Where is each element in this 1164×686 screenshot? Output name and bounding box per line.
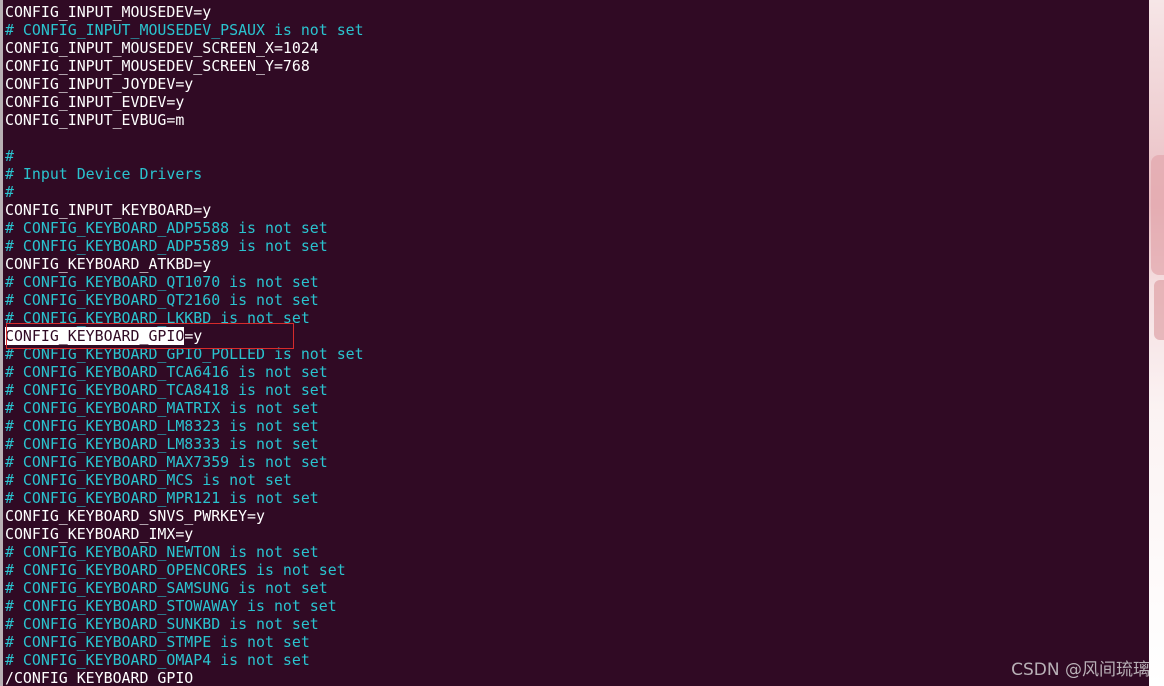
config-comment-line: # CONFIG_KEYBOARD_SAMSUNG is not set	[5, 579, 328, 597]
config-line: CONFIG_INPUT_MOUSEDEV_SCREEN_Y=768	[5, 57, 310, 75]
config-comment-line: # CONFIG_KEYBOARD_SUNKBD is not set	[5, 615, 319, 633]
search-match-line: CONFIG_KEYBOARD_GPIO=y	[5, 327, 1149, 345]
wallpaper-fragment	[1151, 155, 1164, 275]
watermark: CSDN @风间琉璃	[1011, 660, 1150, 680]
config-comment-line: # CONFIG_KEYBOARD_TCA8418 is not set	[5, 381, 328, 399]
vim-command-line[interactable]: /CONFIG_KEYBOARD_GPIO	[5, 669, 1149, 686]
search-command-text: /CONFIG_KEYBOARD_GPIO	[5, 669, 194, 686]
config-comment-line: # Input Device Drivers	[5, 165, 203, 183]
config-comment-line: # CONFIG_KEYBOARD_ADP5588 is not set	[5, 219, 328, 237]
config-line: CONFIG_INPUT_EVDEV=y	[5, 93, 185, 111]
config-value: =y	[184, 327, 203, 345]
config-comment-line: # CONFIG_KEYBOARD_STMPE is not set	[5, 633, 310, 651]
config-line: CONFIG_INPUT_MOUSEDEV_SCREEN_X=1024	[5, 39, 319, 57]
config-comment-line: # CONFIG_KEYBOARD_MPR121 is not set	[5, 489, 319, 507]
terminal-window[interactable]: CONFIG_INPUT_MOUSEDEV=y # CONFIG_INPUT_MO…	[0, 0, 1149, 686]
config-line: CONFIG_KEYBOARD_SNVS_PWRKEY=y	[5, 507, 265, 525]
config-comment-line: # CONFIG_KEYBOARD_ADP5589 is not set	[5, 237, 328, 255]
config-comment-line: # CONFIG_KEYBOARD_MAX7359 is not set	[5, 453, 328, 471]
config-comment-line: # CONFIG_KEYBOARD_LKKBD is not set	[5, 309, 310, 327]
config-comment-line: # CONFIG_KEYBOARD_OPENCORES is not set	[5, 561, 346, 579]
search-match-highlight: CONFIG_KEYBOARD_GPIO	[5, 327, 185, 345]
config-line: CONFIG_INPUT_MOUSEDEV=y	[5, 3, 212, 21]
config-line: CONFIG_INPUT_KEYBOARD=y	[5, 201, 212, 219]
config-comment-line: # CONFIG_KEYBOARD_OMAP4 is not set	[5, 651, 310, 669]
config-line: CONFIG_INPUT_EVBUG=m	[5, 111, 185, 129]
config-comment-line: # CONFIG_KEYBOARD_QT2160 is not set	[5, 291, 319, 309]
config-comment-line: #	[5, 147, 14, 165]
config-comment-line: # CONFIG_KEYBOARD_TCA6416 is not set	[5, 363, 328, 381]
wallpaper-fragment	[1154, 280, 1164, 340]
config-line: CONFIG_KEYBOARD_IMX=y	[5, 525, 194, 543]
config-comment-line: # CONFIG_INPUT_MOUSEDEV_PSAUX is not set	[5, 21, 364, 39]
config-comment-line: # CONFIG_KEYBOARD_NEWTON is not set	[5, 543, 319, 561]
config-comment-line: # CONFIG_KEYBOARD_MCS is not set	[5, 471, 292, 489]
config-comment-line: #	[5, 183, 14, 201]
config-line: CONFIG_INPUT_JOYDEV=y	[5, 75, 194, 93]
config-comment-line: # CONFIG_KEYBOARD_STOWAWAY is not set	[5, 597, 337, 615]
config-line: CONFIG_KEYBOARD_ATKBD=y	[5, 255, 212, 273]
config-comment-line: # CONFIG_KEYBOARD_QT1070 is not set	[5, 273, 319, 291]
config-comment-line: # CONFIG_KEYBOARD_GPIO_POLLED is not set	[5, 345, 364, 363]
config-comment-line: # CONFIG_KEYBOARD_LM8333 is not set	[5, 435, 319, 453]
vim-buffer[interactable]: CONFIG_INPUT_MOUSEDEV=y # CONFIG_INPUT_MO…	[5, 3, 1149, 686]
config-comment-line: # CONFIG_KEYBOARD_LM8323 is not set	[5, 417, 319, 435]
config-comment-line: # CONFIG_KEYBOARD_MATRIX is not set	[5, 399, 319, 417]
desktop-background-edge	[1149, 0, 1164, 686]
